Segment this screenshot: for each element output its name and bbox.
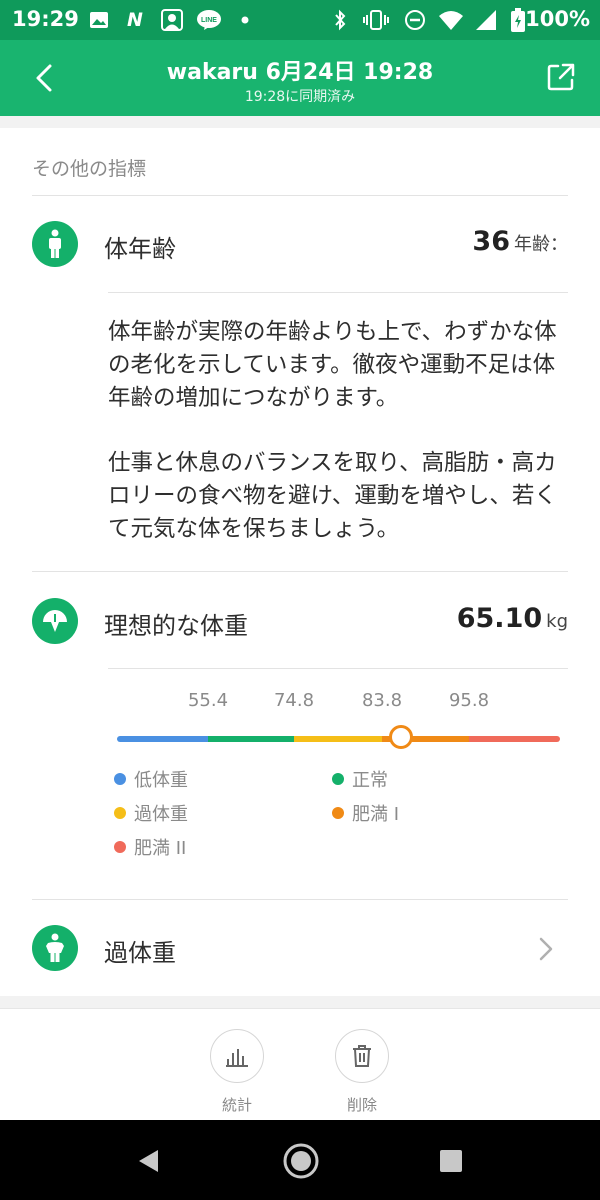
legend-item: 肥満 I [332, 800, 399, 826]
legend-dot [114, 773, 126, 785]
line-app-icon: LINE [196, 9, 222, 31]
signal-icon [474, 9, 498, 31]
legend-dot [332, 807, 344, 819]
dnd-icon [404, 9, 426, 31]
overweight-body-icon[interactable] [32, 925, 78, 971]
legend-label: 正常 [352, 770, 388, 791]
scale-gauge-icon [32, 598, 78, 644]
wifi-icon [438, 9, 464, 31]
body-age-number: 36 [472, 226, 510, 257]
divider [108, 292, 568, 293]
ideal-weight-number: 65.10 [456, 603, 543, 634]
sync-status: 19:28に同期済み [244, 89, 356, 105]
body-age-icon [32, 221, 78, 267]
scale-tick: 83.8 [361, 690, 403, 711]
legend-item: 肥満 II [114, 834, 186, 860]
metrics-card: その他の指標 体年齢 36 年齢： 体年齢が実際の年齢よりも上で、わずかな体の老化… [0, 128, 600, 996]
page-title: wakaru 6月24日 19:28 [166, 60, 434, 85]
nav-home-icon[interactable] [282, 1142, 320, 1180]
n-app-icon: N [127, 9, 143, 31]
divider [32, 571, 568, 572]
status-time: 19:29 [12, 7, 79, 31]
divider [32, 195, 568, 196]
body-age-description-2: 仕事と休息のバランスを取り、高脂肪・高カロリーの食べ物を避け、運動を増やし、若く… [108, 450, 557, 542]
scale-segment-overweight [294, 736, 382, 742]
stats-button[interactable] [210, 1029, 264, 1083]
scale-tick: 95.8 [448, 690, 490, 711]
legend-dot [114, 841, 126, 853]
legend-item: 正常 [332, 766, 388, 792]
nav-recents-icon[interactable] [438, 1148, 464, 1174]
divider [108, 668, 568, 669]
legend-label: 肥満 I [352, 804, 400, 825]
status-bar: 19:29 N LINE 100% [0, 0, 600, 40]
scale-segment-normal [208, 736, 294, 742]
avatar-icon [160, 9, 184, 31]
svg-text:LINE: LINE [201, 17, 217, 24]
legend-item: 過体重 [114, 800, 188, 826]
scale-marker [388, 725, 413, 749]
dot-icon [240, 9, 250, 31]
bar-chart-icon [226, 1049, 248, 1067]
legend-dot [114, 807, 126, 819]
section-title: その他の指標 [32, 158, 147, 180]
scale-tick: 55.4 [187, 690, 229, 711]
stats-label: 統計 [221, 1096, 253, 1114]
body-age-unit: 年齢： [514, 234, 568, 255]
body-age-label: 体年齢 [104, 235, 176, 263]
scale-tick: 74.8 [273, 690, 315, 711]
legend-item: 低体重 [114, 766, 188, 792]
ideal-weight-label: 理想的な体重 [104, 612, 248, 640]
divider [32, 899, 568, 900]
ideal-weight-value: 65.10 kg [457, 603, 568, 634]
bluetooth-icon [332, 9, 348, 31]
system-nav-bar [0, 1120, 600, 1200]
scale-segment-obese-2 [469, 736, 560, 742]
ideal-weight-unit: kg [546, 611, 568, 632]
battery-icon [510, 8, 526, 32]
overweight-label[interactable]: 過体重 [104, 933, 176, 968]
vibrate-icon [362, 9, 390, 31]
app-bar: wakaru 6月24日 19:28 19:28に同期済み [0, 40, 600, 116]
body-age-value: 36 年齢： [472, 226, 568, 257]
delete-button[interactable] [335, 1029, 389, 1083]
share-icon[interactable] [546, 62, 576, 92]
bottom-action-bar: 統計 削除 [0, 1008, 600, 1120]
image-icon [88, 9, 110, 31]
legend-dot [332, 773, 344, 785]
body-age-description-1: 体年齢が実際の年齢よりも上で、わずかな体の老化を示しています。徹夜や運動不足は体… [108, 319, 557, 411]
battery-percent: 100% [525, 7, 590, 31]
scale-segment-underweight [117, 736, 208, 742]
legend-label: 過体重 [134, 804, 188, 825]
delete-label: 削除 [346, 1096, 378, 1114]
legend-label: 肥満 II [134, 838, 187, 859]
legend-label: 低体重 [134, 770, 188, 791]
trash-icon [353, 1045, 371, 1067]
nav-back-icon[interactable] [136, 1148, 162, 1174]
chevron-right-icon[interactable] [538, 936, 554, 962]
